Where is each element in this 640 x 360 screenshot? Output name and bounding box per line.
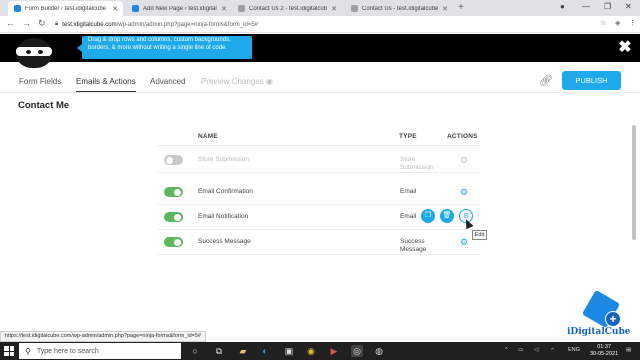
reload-icon[interactable]: ↻ [38, 18, 46, 29]
close-tab-icon[interactable]: ✕ [112, 5, 118, 13]
chrome-active-icon[interactable]: ◎ [351, 345, 363, 357]
action-type: Email [400, 188, 417, 195]
settings-gear-icon[interactable]: ⚙ [460, 237, 468, 248]
divider [0, 92, 640, 93]
enable-toggle[interactable] [164, 155, 183, 165]
link-icon[interactable]: 🔗︎ [539, 74, 553, 87]
settings-gear-icon[interactable]: ⚙ [460, 187, 468, 198]
tab-form-fields[interactable]: Form Fields [19, 77, 61, 86]
table-row: Email Confirmation Email ⚙ [158, 180, 480, 205]
windows-taskbar: ⚲ Type here to search ○ ⧉ ▰ ◐ ▣ ◉ ▶ ◎ ◍ … [0, 342, 640, 360]
action-type: Success Message [400, 238, 427, 253]
chrome-icon[interactable]: ◉ [305, 345, 317, 357]
page-favicon-icon [351, 5, 358, 12]
url-input[interactable]: 🔒︎ test.idigitalcube.com/wp-admin/admin.… [55, 18, 595, 31]
browser-tab-contact-us-2[interactable]: Contact Us 2 - test.idigitalcube ✕ [232, 1, 342, 16]
close-tab-icon[interactable]: ✕ [442, 5, 448, 13]
wifi-icon[interactable]: ⌔ [550, 347, 555, 354]
tab-emails-actions[interactable]: Emails & Actions [76, 77, 136, 93]
close-window-button[interactable]: ✕ [625, 2, 632, 11]
settings-gear-icon[interactable]: ⚙ [460, 155, 468, 166]
page-favicon-icon [238, 5, 245, 12]
browser-tab-contact-us[interactable]: Contact Us - test.idigitalcube ✕ [345, 1, 453, 16]
edit-tooltip: Edit [472, 230, 487, 240]
lock-icon: 🔒︎ [55, 21, 59, 27]
cortana-icon[interactable]: ○ [189, 345, 201, 357]
ninja-forms-logo [12, 38, 56, 72]
enable-toggle[interactable] [164, 212, 183, 222]
forward-arrow-icon[interactable]: → [22, 18, 31, 28]
eye-icon: ◉ [265, 77, 273, 86]
action-name: Email Confirmation [198, 188, 253, 195]
browser-tab-add-new-page[interactable]: Add New Page ‹ test.idigitalcube – ✕ [126, 1, 232, 16]
delete-trash-icon[interactable]: 🗑︎ [440, 209, 454, 223]
file-explorer-icon[interactable]: ▰ [237, 345, 249, 357]
page-title: Contact Me [18, 100, 70, 111]
taskbar-search-input[interactable]: ⚲ Type here to search [19, 343, 181, 359]
windows-start-icon[interactable] [4, 346, 14, 356]
column-header-actions: ACTIONS [447, 133, 478, 140]
action-type: Store Submission [400, 156, 434, 171]
profile-icon[interactable]: ● [560, 2, 565, 11]
network-icon[interactable]: ▭ [518, 347, 523, 353]
header-divider [158, 145, 480, 146]
volume-icon[interactable]: ◁ [534, 347, 538, 353]
publish-button[interactable]: PUBLISH [562, 71, 621, 90]
obs-icon[interactable]: ◍ [373, 345, 385, 357]
tray-chevron-icon[interactable]: ^ [505, 347, 508, 353]
clock[interactable]: 01:37 30-05-2021 [590, 344, 618, 358]
media-icon[interactable]: ▶ [328, 345, 340, 357]
scrollbar[interactable] [632, 125, 636, 240]
close-builder-button[interactable]: ✖ [614, 37, 636, 59]
store-icon[interactable]: ▣ [283, 345, 295, 357]
enable-toggle[interactable] [164, 187, 183, 197]
minimize-button[interactable]: — [582, 2, 590, 11]
idigitalcube-logo: + [581, 289, 623, 329]
action-name: Store Submission [198, 156, 249, 163]
column-header-type: TYPE [399, 133, 417, 140]
bookmark-star-icon[interactable]: ☆ [600, 19, 606, 27]
language-indicator[interactable]: ENG [568, 347, 580, 353]
table-row: Success Message Success Message ⚙ [158, 230, 480, 255]
close-tab-icon[interactable]: ✕ [221, 5, 227, 13]
column-header-name: NAME [198, 133, 218, 140]
address-bar-row: ← → ↻ 🔒︎ test.idigitalcube.com/wp-admin/… [0, 16, 640, 33]
close-tab-icon[interactable]: ✕ [331, 5, 337, 13]
tab-preview-changes[interactable]: Preview Changes ◉ [201, 77, 273, 86]
enable-toggle[interactable] [164, 237, 183, 247]
logo-text: iDigitalCube [567, 327, 631, 337]
promo-tooltip[interactable]: Drag & drop rows and columns, custom bac… [77, 36, 252, 59]
status-url: https://test.idigitalcube.com/wp-admin/a… [0, 331, 206, 342]
edge-icon[interactable]: ◐ [259, 345, 271, 357]
browser-tab-form-builder[interactable]: Form Builder ‹ test.idigitalcube – ✕ [8, 1, 123, 16]
duplicate-icon[interactable]: ❐ [421, 209, 435, 223]
notifications-icon[interactable]: ▤ [626, 347, 631, 353]
task-view-icon[interactable]: ⧉ [213, 345, 225, 357]
action-name: Email Notification [198, 213, 249, 220]
tab-advanced[interactable]: Advanced [150, 77, 186, 86]
maximize-button[interactable]: ❐ [604, 2, 611, 11]
wordpress-favicon-icon [14, 5, 21, 12]
plus-icon: + [605, 311, 621, 327]
action-name: Success Message [198, 238, 251, 245]
menu-dots-icon[interactable]: ⋮ [629, 19, 636, 27]
back-arrow-icon[interactable]: ← [6, 18, 15, 28]
wordpress-favicon-icon [132, 5, 139, 12]
table-row: Store Submission Store Submission ⚙ [158, 148, 480, 173]
search-icon: ⚲ [25, 346, 31, 356]
table-row: Email Notification Email ❐ 🗑︎ ⚙ [158, 205, 480, 230]
extensions-icon[interactable]: ◈ [615, 19, 620, 27]
new-tab-button[interactable]: + [458, 2, 464, 13]
